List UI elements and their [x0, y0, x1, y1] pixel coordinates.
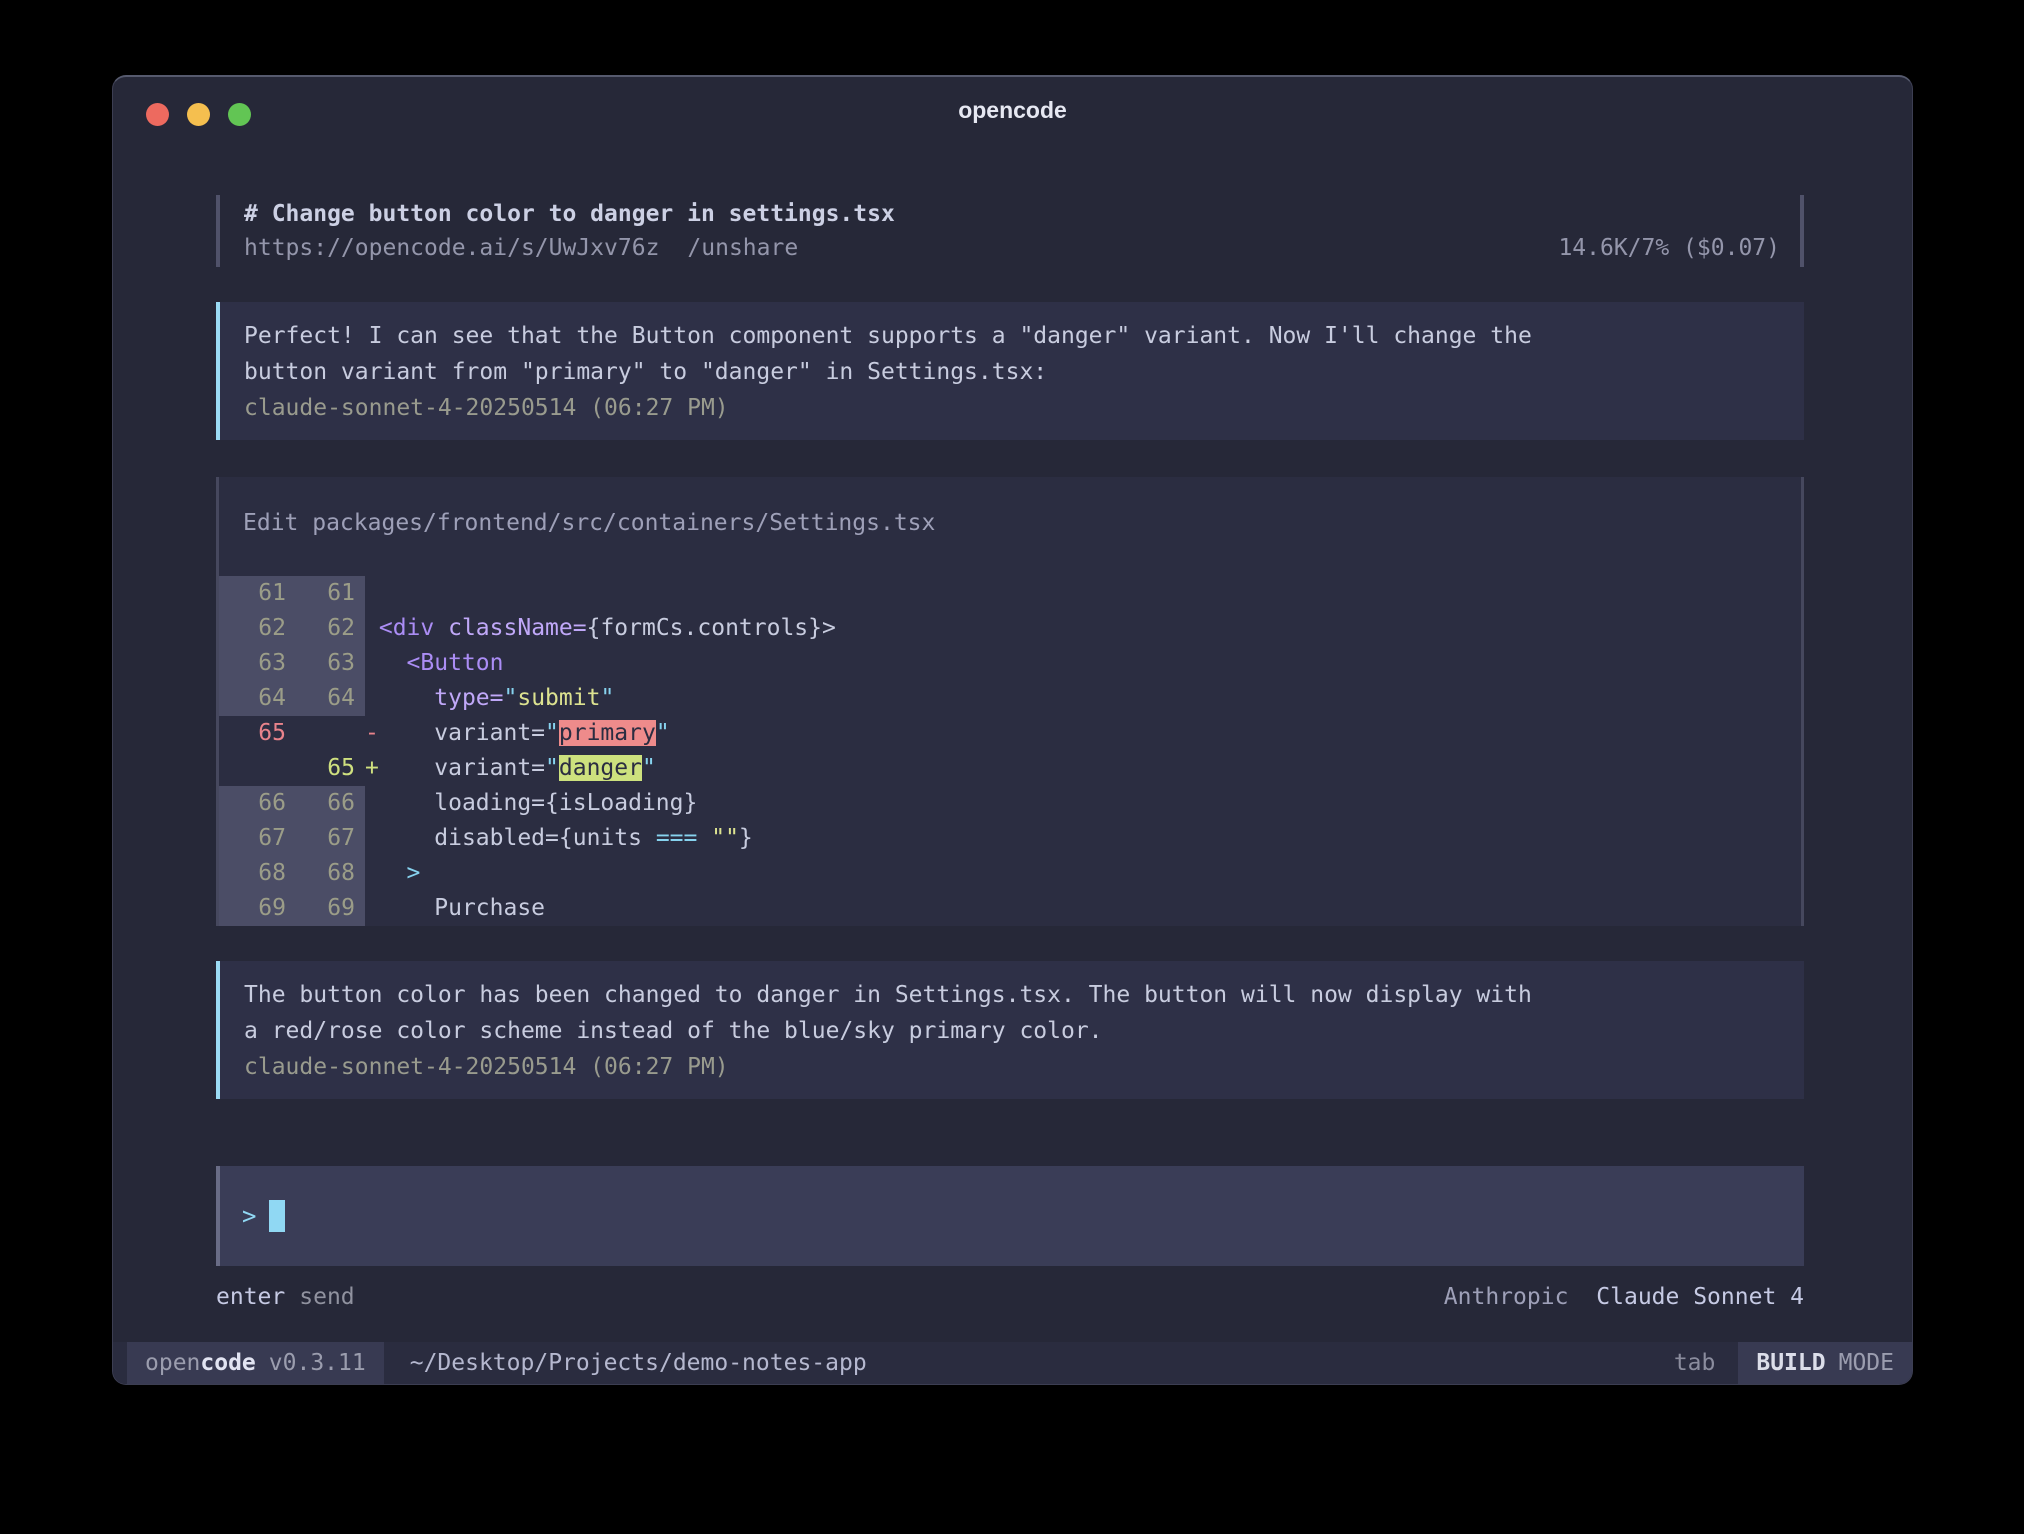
diff-gutter-new-line-number: 61 — [295, 576, 365, 611]
diff-code-line: <Button — [365, 646, 1801, 681]
assistant-message-2: The button color has been changed to dan… — [216, 961, 1804, 1099]
app-version: v0.3.11 — [269, 1350, 366, 1376]
app-name-open: open — [145, 1350, 200, 1376]
diff-code-line: + variant="danger" — [365, 751, 1801, 786]
diff-gutter-new-line-number — [295, 716, 365, 751]
enter-key-hint: enter — [216, 1284, 285, 1310]
message-line: button variant from "primary" to "danger… — [244, 354, 1804, 390]
message-model-meta: claude-sonnet-4-20250514 (06:27 PM) — [244, 1049, 1804, 1085]
diff-row: 6161 — [219, 576, 1801, 611]
diff-row: 6666 loading={isLoading} — [219, 786, 1801, 821]
diff-row: 6464 type="submit" — [219, 681, 1801, 716]
mode-suffix: MODE — [1839, 1350, 1894, 1376]
edit-tool-title: Edit packages/frontend/src/containers/Se… — [219, 505, 1801, 541]
message-line: Perfect! I can see that the Button compo… — [244, 318, 1804, 354]
session-content: # Change button color to danger in setti… — [216, 143, 1804, 1310]
diff-gutter-old-line-number: 67 — [219, 821, 295, 856]
diff-row: 65 - variant="primary" — [219, 716, 1801, 751]
diff-gutter-old-line-number: 69 — [219, 891, 295, 926]
token-usage-stats: 14.6K/7% ($0.07) — [1558, 231, 1780, 265]
status-bar: opencode v0.3.11 ~/Desktop/Projects/demo… — [113, 1342, 1912, 1384]
diff-row: 6767 disabled={units === ""} — [219, 821, 1801, 856]
diff-row: 65+ variant="danger" — [219, 751, 1801, 786]
diff-gutter-new-line-number: 66 — [295, 786, 365, 821]
diff-gutter-new-line-number: 63 — [295, 646, 365, 681]
edit-tool-block: Edit packages/frontend/src/containers/Se… — [216, 477, 1804, 926]
hint-row: enter send Anthropic Claude Sonnet 4 — [216, 1284, 1804, 1310]
prompt-chevron: > — [242, 1202, 256, 1230]
share-url-link[interactable]: https://opencode.ai/s/UwJxv76z — [244, 231, 659, 265]
project-path: ~/Desktop/Projects/demo-notes-app — [410, 1342, 867, 1384]
message-line: a red/rose color scheme instead of the b… — [244, 1013, 1804, 1049]
prompt-input[interactable]: > — [216, 1166, 1804, 1266]
diff-row: 6868 > — [219, 856, 1801, 891]
diff-code-line: - variant="primary" — [365, 716, 1801, 751]
diff-gutter-old-line-number: 63 — [219, 646, 295, 681]
message-line: The button color has been changed to dan… — [244, 977, 1804, 1013]
diff-code-line: Purchase — [365, 891, 1801, 926]
diff-gutter-old-line-number: 62 — [219, 611, 295, 646]
app-name-code: code — [200, 1350, 255, 1376]
mode-name: BUILD — [1756, 1350, 1825, 1376]
opencode-window: opencode # Change button color to danger… — [112, 75, 1913, 1385]
diff-gutter-new-line-number: 69 — [295, 891, 365, 926]
message-model-meta: claude-sonnet-4-20250514 (06:27 PM) — [244, 390, 1804, 426]
diff-code-line: > — [365, 856, 1801, 891]
diff-code-line: loading={isLoading} — [365, 786, 1801, 821]
diff-gutter-new-line-number: 64 — [295, 681, 365, 716]
session-header: # Change button color to danger in setti… — [216, 195, 1804, 267]
window-title: opencode — [113, 97, 1912, 124]
diff-gutter-old-line-number — [219, 751, 295, 786]
diff-row: 6969 Purchase — [219, 891, 1801, 926]
window-titlebar: opencode — [113, 77, 1912, 143]
model-name: Claude Sonnet 4 — [1596, 1284, 1804, 1310]
diff-code-line: <div className={formCs.controls}> — [365, 611, 1801, 646]
diff-row: 6262 <div className={formCs.controls}> — [219, 611, 1801, 646]
diff-code-line — [365, 576, 1801, 611]
diff-code-line: disabled={units === ""} — [365, 821, 1801, 856]
model-indicator: Anthropic Claude Sonnet 4 — [1444, 1284, 1804, 1310]
mode-toggle-chip[interactable]: BUILD MODE — [1735, 1342, 1912, 1384]
diff-gutter-new-line-number: 68 — [295, 856, 365, 891]
diff-code-line: type="submit" — [365, 681, 1801, 716]
diff-gutter-new-line-number: 65 — [295, 751, 365, 786]
diff-row: 6363 <Button — [219, 646, 1801, 681]
text-cursor — [269, 1200, 285, 1232]
diff-gutter-new-line-number: 62 — [295, 611, 365, 646]
diff-gutter-old-line-number: 65 — [219, 716, 295, 751]
diff-gutter-old-line-number: 64 — [219, 681, 295, 716]
diff-gutter-old-line-number: 61 — [219, 576, 295, 611]
status-bar-right: tab BUILD MODE — [1674, 1342, 1912, 1384]
unshare-command[interactable]: /unshare — [687, 231, 798, 265]
diff-gutter-old-line-number: 68 — [219, 856, 295, 891]
session-header-line2: https://opencode.ai/s/UwJxv76z /unshare … — [244, 231, 1780, 265]
diff-gutter-old-line-number: 66 — [219, 786, 295, 821]
diff-gutter-new-line-number: 67 — [295, 821, 365, 856]
model-provider: Anthropic — [1444, 1284, 1569, 1310]
assistant-message-1: Perfect! I can see that the Button compo… — [216, 302, 1804, 440]
app-version-chip: opencode v0.3.11 — [127, 1342, 384, 1384]
tab-key-hint: tab — [1674, 1342, 1716, 1384]
session-title: # Change button color to danger in setti… — [244, 197, 1780, 231]
diff-view: 61616262 <div className={formCs.controls… — [219, 576, 1801, 926]
send-action-hint: send — [299, 1284, 354, 1310]
